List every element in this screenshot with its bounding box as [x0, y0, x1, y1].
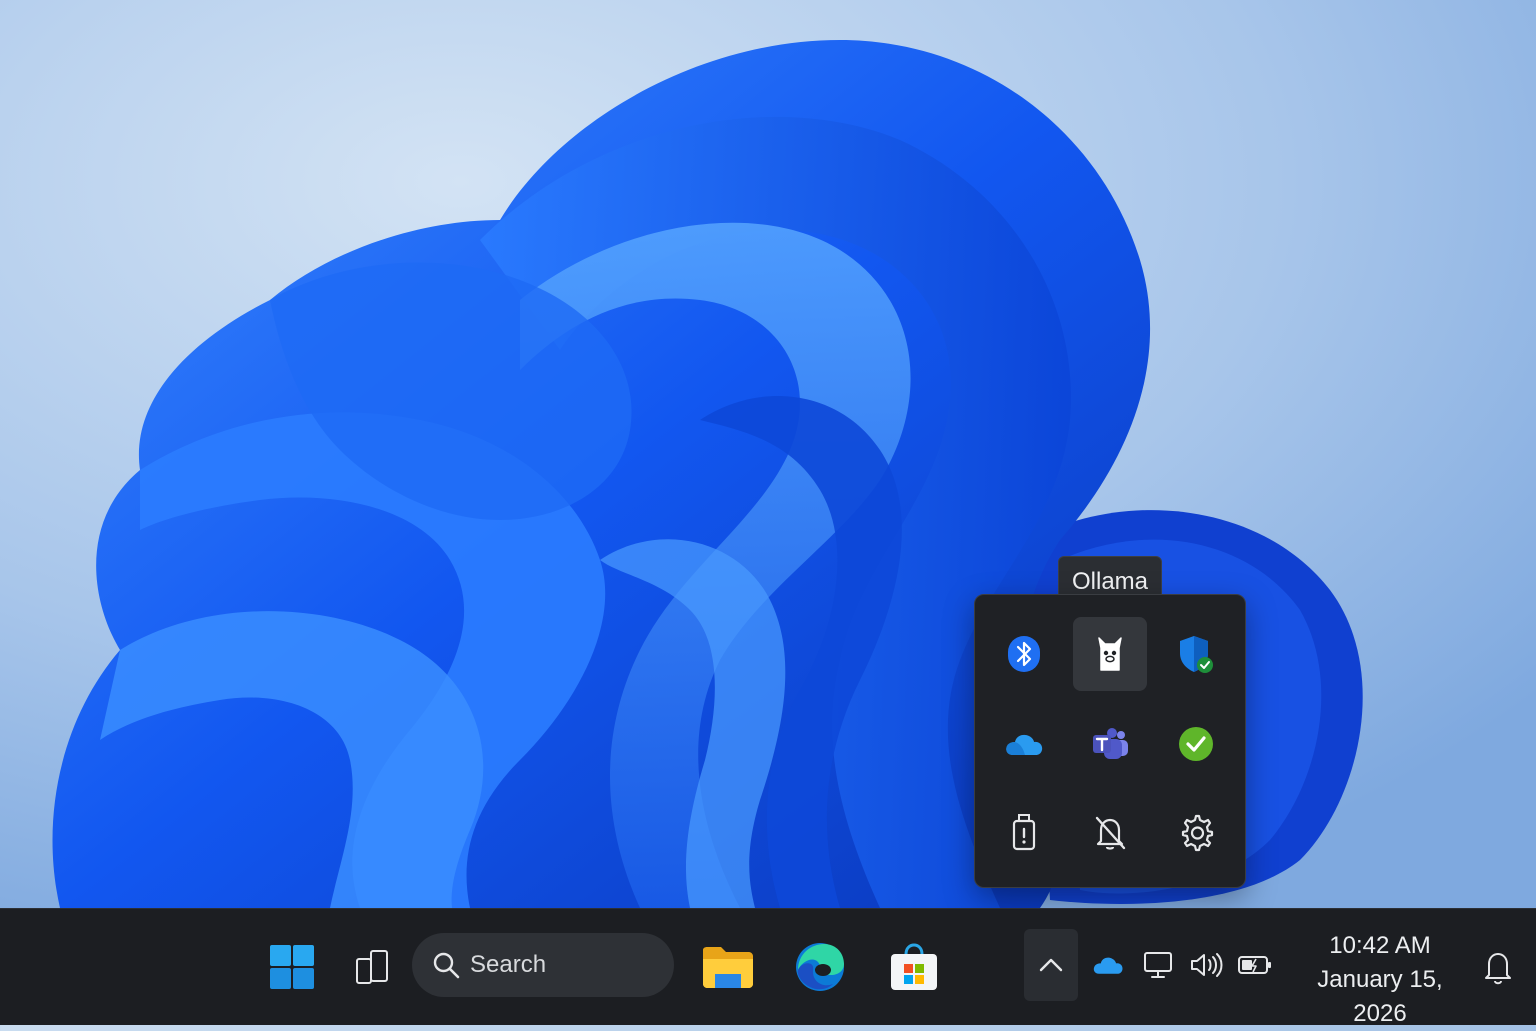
- display-icon: [1144, 952, 1172, 978]
- search-icon: [433, 952, 460, 979]
- desktop-wallpaper: [0, 0, 1536, 908]
- windows-logo-icon: [270, 945, 314, 989]
- edge-icon: [796, 943, 844, 991]
- notifications-button[interactable]: [1476, 939, 1520, 995]
- volume-icon: [1191, 953, 1223, 977]
- battery-icon: [1238, 956, 1271, 974]
- store-bag-icon: [891, 943, 937, 990]
- clock-date: January 15, 2026: [1317, 966, 1443, 1027]
- bell-icon: [1485, 953, 1511, 985]
- security-shield-icon[interactable]: [1159, 617, 1233, 691]
- tray-display[interactable]: [1140, 945, 1176, 985]
- task-view-button[interactable]: [344, 937, 402, 997]
- clock-time: 10:42 AM: [1329, 932, 1431, 959]
- show-hidden-icons-button[interactable]: [1024, 929, 1078, 1001]
- file-explorer-button[interactable]: [696, 935, 760, 999]
- tray-battery[interactable]: [1234, 945, 1276, 985]
- onedrive-cloud-icon[interactable]: [987, 707, 1061, 781]
- folder-icon: [703, 947, 753, 988]
- tray-onedrive[interactable]: [1088, 945, 1128, 985]
- bluetooth-icon[interactable]: [987, 617, 1061, 691]
- settings-gear-icon[interactable]: [1159, 795, 1233, 869]
- start-button[interactable]: [262, 937, 322, 997]
- chevron-up-icon: [1039, 958, 1063, 972]
- notifications-off-icon[interactable]: [1073, 795, 1147, 869]
- onedrive-cloud-icon: [1093, 957, 1123, 974]
- status-check-icon[interactable]: [1159, 707, 1233, 781]
- ollama-icon[interactable]: [1073, 617, 1147, 691]
- taskbar: Search 10:42 AM January 15, 2026: [0, 908, 1536, 1027]
- store-button[interactable]: [880, 935, 948, 999]
- clock[interactable]: 10:42 AM January 15, 2026: [1288, 927, 1472, 1027]
- edge-button[interactable]: [788, 935, 852, 999]
- task-view-icon: [356, 950, 388, 984]
- teams-icon[interactable]: [1073, 707, 1147, 781]
- usb-eject-icon[interactable]: [987, 795, 1061, 869]
- search-label: Search: [470, 951, 547, 978]
- tray-overflow-flyout: [974, 594, 1246, 888]
- search-box[interactable]: Search: [412, 933, 674, 997]
- tray-volume[interactable]: [1186, 945, 1226, 985]
